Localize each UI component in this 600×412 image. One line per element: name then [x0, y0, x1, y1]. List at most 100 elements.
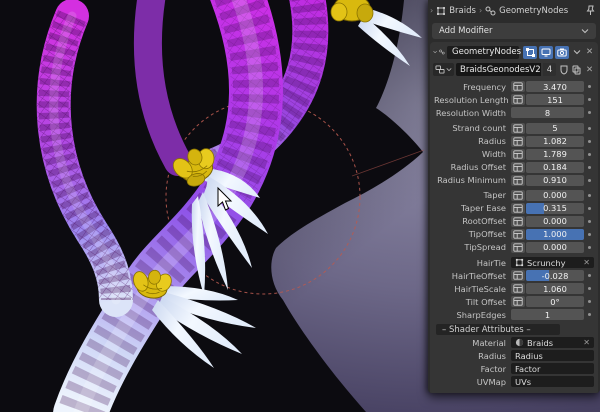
decorator-dot[interactable] — [584, 206, 594, 210]
attribute-input-toggle[interactable] — [511, 135, 525, 147]
attribute-input-toggle[interactable] — [511, 296, 525, 308]
decorator-dot[interactable] — [584, 245, 594, 249]
node-tree-unlink-icon[interactable]: ✕ — [584, 63, 595, 76]
string-field-uvmap[interactable]: UVs — [511, 376, 594, 388]
breadcrumb-expand-icon[interactable]: › — [430, 6, 433, 15]
input-label: Material — [472, 337, 506, 348]
decorator-dot[interactable] — [584, 300, 594, 304]
object-icon — [515, 258, 524, 267]
scrunchy-top[interactable] — [330, 0, 374, 23]
input-label: HairTie — [476, 257, 506, 268]
decorator-dot[interactable] — [584, 193, 594, 197]
decorator-dot[interactable] — [584, 178, 594, 182]
number-field-frequency[interactable]: 3.470 — [526, 81, 584, 93]
attribute-input-toggle[interactable] — [511, 283, 525, 295]
input-label: Radius Offset — [450, 162, 506, 173]
number-field-resolution-width[interactable]: 8 — [511, 107, 584, 119]
input-label: TipSpread — [464, 242, 506, 253]
panel-expand-chevron-icon[interactable] — [433, 49, 437, 55]
attribute-input-toggle[interactable] — [511, 81, 525, 93]
attribute-input-toggle[interactable] — [511, 122, 525, 134]
clear-icon[interactable]: ✕ — [583, 258, 590, 267]
decorator-dot[interactable] — [584, 313, 594, 317]
attribute-input-toggle-icon — [513, 162, 523, 172]
slider-field-tipoffset[interactable]: 1.000 — [526, 228, 584, 240]
breadcrumb-modifier[interactable]: GeometryNodes — [499, 6, 568, 16]
decorator-dot[interactable] — [584, 139, 594, 143]
attribute-input-toggle-icon — [513, 204, 523, 213]
slider-field-hairtieoffset[interactable]: -0.028 — [526, 270, 584, 282]
duplicate-icon[interactable] — [571, 63, 582, 76]
attribute-input-toggle[interactable] — [511, 228, 525, 240]
number-field-sharpedges[interactable]: 1 — [511, 309, 584, 321]
node-tree-name-field[interactable]: BraidsGeonodesV2 — [456, 63, 541, 76]
decorator-dot[interactable] — [584, 287, 594, 291]
modifier-panel-box: GeometryNodes ✕ BraidsGeonodesV2 4 ✕ Fre… — [430, 42, 598, 393]
input-label: Frequency — [463, 81, 506, 92]
attribute-input-toggle[interactable] — [511, 94, 525, 106]
input-label: Resolution Length — [434, 94, 509, 105]
modifier-close-icon[interactable]: ✕ — [584, 46, 595, 59]
decorator-dot[interactable] — [584, 165, 594, 169]
decorator-dot[interactable] — [584, 232, 594, 236]
slider-field-taper-ease[interactable]: 0.315 — [526, 202, 584, 214]
fake-user-shield-icon[interactable] — [558, 63, 569, 76]
decorator-dot[interactable] — [584, 219, 594, 223]
pin-icon[interactable] — [586, 5, 595, 16]
field-value: 8 — [544, 107, 551, 118]
decorator-dot[interactable] — [584, 126, 594, 130]
add-modifier-button[interactable]: Add Modifier — [432, 23, 596, 39]
decorator-dot[interactable] — [584, 111, 594, 115]
attribute-input-toggle[interactable] — [511, 189, 525, 201]
clear-icon[interactable]: ✕ — [583, 338, 590, 347]
field-value: 0.000 — [543, 190, 567, 201]
geometry-nodes-icon — [485, 6, 496, 15]
field-value: 0.910 — [543, 175, 567, 186]
attribute-input-toggle-icon — [513, 271, 523, 280]
modifier-name-field[interactable]: GeometryNodes — [447, 45, 521, 59]
modifier-row-hairtieoffset: HairTieOffset -0.028 — [434, 270, 594, 282]
number-field-strand-count[interactable]: 5 — [526, 122, 584, 134]
attribute-input-toggle[interactable] — [511, 215, 525, 227]
attribute-input-toggle[interactable] — [511, 148, 525, 160]
field-value: 151 — [547, 94, 563, 105]
material-field-material[interactable]: Braids ✕ — [511, 337, 594, 349]
field-value: Braids — [527, 337, 554, 348]
node-tree-users-count[interactable]: 4 — [543, 63, 556, 76]
number-field-taper[interactable]: 0.000 — [526, 189, 584, 201]
number-field-tipspread[interactable]: 0.000 — [526, 241, 584, 253]
number-field-radius-offset[interactable]: 0.184 — [526, 161, 584, 173]
realtime-display-icon[interactable] — [539, 45, 553, 59]
number-field-tilt-offset[interactable]: 0° — [526, 296, 584, 308]
modifier-row-width: Width 1.789 — [434, 148, 594, 160]
attribute-input-toggle[interactable] — [511, 270, 525, 282]
shader-attributes-separator-field[interactable]: – Shader Attributes – — [436, 324, 560, 336]
string-field-factor[interactable]: Factor — [511, 363, 594, 375]
object-field-hairtie[interactable]: Scrunchy ✕ — [511, 257, 594, 269]
modifier-header: GeometryNodes ✕ — [430, 42, 598, 60]
number-field-radius-minimum[interactable]: 0.910 — [526, 174, 584, 186]
render-display-icon[interactable] — [555, 45, 569, 59]
attribute-input-toggle-icon — [513, 149, 523, 159]
attribute-input-toggle[interactable] — [511, 174, 525, 186]
attribute-input-toggle[interactable] — [511, 161, 525, 173]
number-field-resolution-length[interactable]: 151 — [526, 94, 584, 106]
field-value: 1.000 — [543, 229, 567, 240]
decorator-dot[interactable] — [584, 98, 594, 102]
attribute-input-toggle[interactable] — [511, 241, 525, 253]
decorator-dot[interactable] — [584, 85, 594, 89]
field-value: 1 — [544, 309, 551, 320]
node-tree-browse-button[interactable] — [433, 63, 454, 76]
number-field-hairtiescale[interactable]: 1.060 — [526, 283, 584, 295]
decorator-dot[interactable] — [584, 152, 594, 156]
breadcrumb-object[interactable]: Braids — [449, 6, 476, 16]
modifier-extras-chevron-icon[interactable] — [571, 46, 582, 59]
number-field-width[interactable]: 1.789 — [526, 148, 584, 160]
number-field-rootoffset[interactable]: 0.000 — [526, 215, 584, 227]
attribute-input-toggle[interactable] — [511, 202, 525, 214]
edit-mode-toggle-icon[interactable] — [523, 45, 537, 59]
number-field-radius[interactable]: 1.082 — [526, 135, 584, 147]
field-value: Scrunchy — [527, 257, 566, 268]
decorator-dot[interactable] — [584, 274, 594, 278]
string-field-radius[interactable]: Radius — [511, 350, 594, 362]
